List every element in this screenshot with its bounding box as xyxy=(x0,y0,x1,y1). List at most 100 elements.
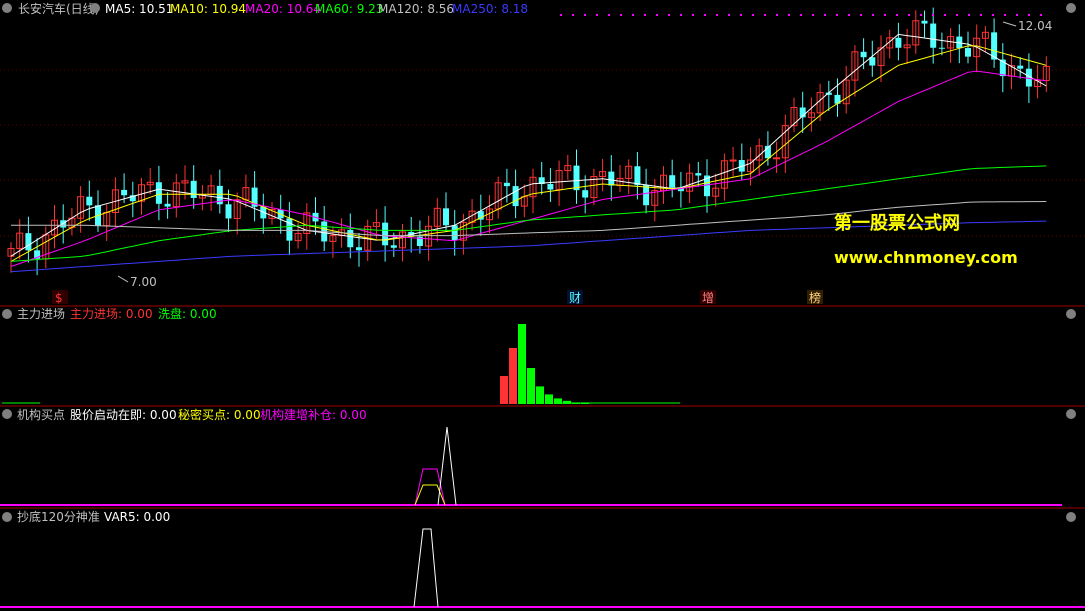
top-dot xyxy=(776,14,778,16)
ma-legend-item: MA120: 8.56 xyxy=(378,2,454,16)
ma-legend-item: MA5: 10.51 xyxy=(105,2,173,16)
stock-chart[interactable]: 第一股票公式网 www.chnmoney.com 12.04 7.00 $ 财 … xyxy=(0,0,1085,611)
top-dot xyxy=(944,14,946,16)
collapse-icon[interactable] xyxy=(90,3,100,13)
top-dot xyxy=(836,14,838,16)
var5-indicator-line xyxy=(0,528,1085,608)
event-marker[interactable]: 财 xyxy=(569,291,581,305)
top-dot xyxy=(932,14,934,16)
collapse-icon[interactable] xyxy=(2,309,12,319)
top-dot xyxy=(584,14,586,16)
candle-body xyxy=(547,184,554,190)
top-dot xyxy=(680,14,682,16)
top-dot xyxy=(884,14,886,16)
candle-body xyxy=(155,182,162,204)
collapse-icon[interactable] xyxy=(2,512,12,522)
panel2-legend: 机构买点 股价启动在即: 0.00 秘密买点: 0.00 机构建增补仓: 0.0… xyxy=(2,407,1076,422)
top-dot xyxy=(596,14,598,16)
top-dot xyxy=(608,14,610,16)
var5-line xyxy=(413,528,439,608)
candle-body xyxy=(225,204,232,219)
top-dot xyxy=(812,14,814,16)
top-dot xyxy=(572,14,574,16)
candle-body xyxy=(356,247,362,251)
top-dot xyxy=(740,14,742,16)
panel-title: 主力进场 xyxy=(17,307,65,321)
candle-body xyxy=(512,186,519,207)
candle-body xyxy=(347,229,354,248)
top-dot xyxy=(752,14,754,16)
top-dotted-line xyxy=(560,14,1042,16)
ma-legend-item: MA10: 10.94 xyxy=(170,2,246,16)
top-dot xyxy=(872,14,874,16)
ma-legend-item: MA20: 10.64 xyxy=(245,2,321,16)
top-dot xyxy=(728,14,730,16)
top-dot xyxy=(668,14,670,16)
zhuli-indicator-bars xyxy=(2,324,680,404)
zhuli-bar xyxy=(536,386,544,404)
top-dot xyxy=(920,14,922,16)
settings-icon[interactable] xyxy=(1066,3,1076,13)
ma-legend-item: MA60: 9.23 xyxy=(315,2,383,16)
top-dot xyxy=(632,14,634,16)
settings-icon[interactable] xyxy=(1066,409,1076,419)
top-dot xyxy=(656,14,658,16)
top-dot xyxy=(824,14,826,16)
event-marker[interactable]: 增 xyxy=(702,291,714,305)
panel1-legend: 主力进场 主力进场: 0.00 洗盘: 0.00 xyxy=(2,306,1076,321)
candle-body xyxy=(729,159,737,162)
zhuli-bar xyxy=(527,368,535,404)
candle-body xyxy=(643,185,650,206)
watermark-url: www.chnmoney.com xyxy=(834,248,1018,267)
indicator-value: VAR5: 0.00 xyxy=(104,510,170,524)
collapse-icon[interactable] xyxy=(2,409,12,419)
low-price-label: 7.00 xyxy=(130,275,157,289)
top-dot xyxy=(1028,14,1030,16)
candle-body xyxy=(573,165,580,191)
top-dot xyxy=(980,14,982,16)
top-dot xyxy=(848,14,850,16)
zhuli-bar xyxy=(563,400,571,404)
event-marker[interactable]: $ xyxy=(55,291,63,305)
settings-icon[interactable] xyxy=(1066,512,1076,522)
candle-body xyxy=(390,245,397,248)
top-dot xyxy=(1040,14,1042,16)
top-dot xyxy=(1004,14,1006,16)
event-marker[interactable]: 榜 xyxy=(809,290,821,305)
jigou-yellow-line xyxy=(414,484,446,506)
ma-legend-item: MA250: 8.18 xyxy=(452,2,528,16)
candle-body xyxy=(930,23,937,48)
candle-body xyxy=(1017,65,1024,69)
top-dot xyxy=(896,14,898,16)
top-dot xyxy=(764,14,766,16)
price-grid xyxy=(0,69,1085,237)
top-dot xyxy=(908,14,910,16)
settings-icon[interactable] xyxy=(1066,309,1076,319)
candle-body xyxy=(773,157,781,160)
candle-body xyxy=(451,225,458,241)
candle-body xyxy=(443,208,449,226)
top-dot xyxy=(788,14,790,16)
zhuli-bar xyxy=(518,324,526,404)
top-dot xyxy=(992,14,994,16)
candle-body xyxy=(164,203,171,207)
watermark-title: 第一股票公式网 xyxy=(834,212,960,234)
indicator-value: 主力进场: 0.00 xyxy=(70,307,153,321)
top-dot xyxy=(704,14,706,16)
jigou-indicator-lines xyxy=(0,426,1062,506)
panel-title: 机构买点 xyxy=(17,407,65,422)
candle-body xyxy=(938,47,945,49)
collapse-icon[interactable] xyxy=(2,3,12,13)
main-legend: 长安汽车(日线) MA5: 10.51 MA10: 10.94 MA20: 10… xyxy=(2,1,1076,16)
candle-body xyxy=(895,37,902,48)
indicator-value: 机构建增补仓: 0.00 xyxy=(260,407,367,422)
candle-body xyxy=(921,20,928,24)
zhuli-bar xyxy=(545,394,553,404)
stock-title: 长安汽车(日线) xyxy=(18,1,99,16)
candle-body xyxy=(608,171,615,186)
candle-body xyxy=(86,196,93,206)
top-dot xyxy=(560,14,562,16)
top-dot xyxy=(620,14,622,16)
candle-body xyxy=(965,48,971,57)
candle-body xyxy=(634,166,641,186)
